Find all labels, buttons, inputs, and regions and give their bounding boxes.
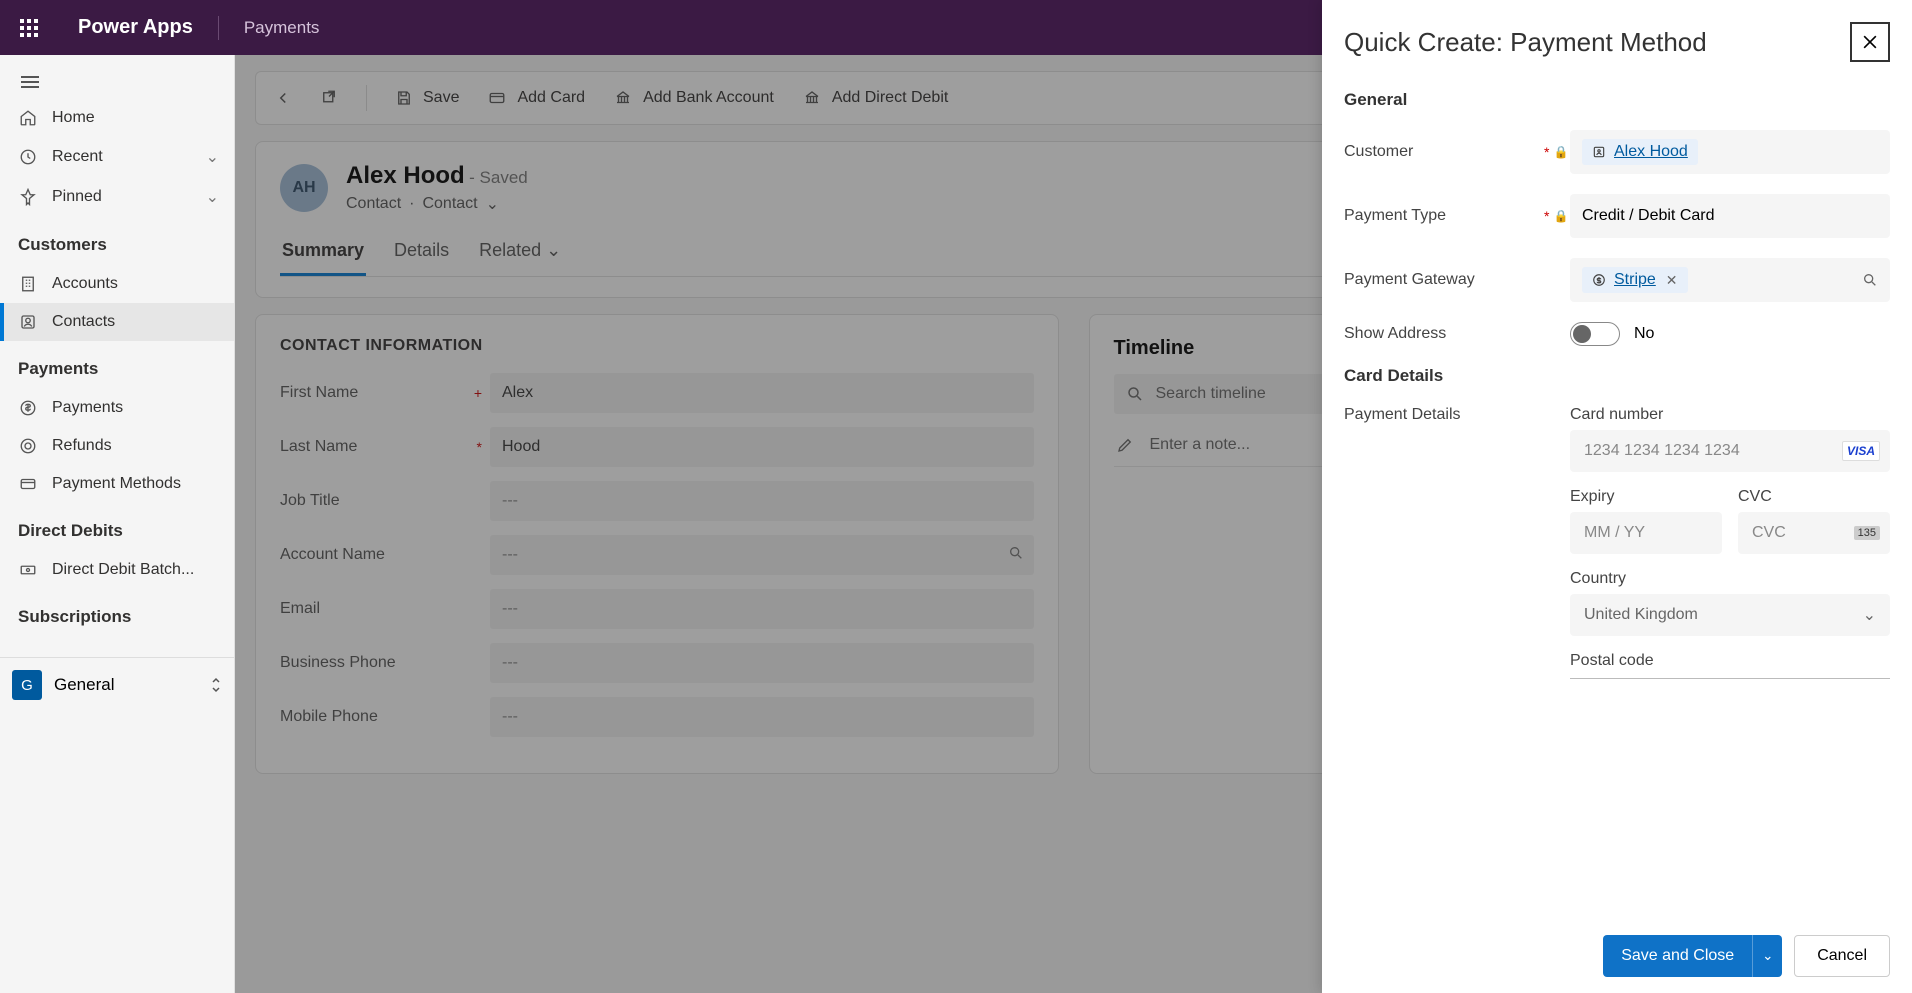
sidebar-item-payments[interactable]: Payments xyxy=(0,389,234,427)
sidebar-section-direct-debits: Direct Debits xyxy=(0,503,234,551)
card-icon xyxy=(19,475,37,493)
sidebar-item-payment-methods[interactable]: Payment Methods xyxy=(0,465,234,503)
dollar-circle-icon xyxy=(1592,273,1606,287)
section-card-details: Card Details xyxy=(1344,366,1890,386)
lock-icon: 🔒 xyxy=(1553,209,1568,223)
gateway-lookup[interactable]: Stripe ✕ xyxy=(1570,258,1890,302)
app-launcher-icon[interactable] xyxy=(20,19,38,37)
chevron-down-icon: ⌄ xyxy=(206,147,219,167)
cancel-button[interactable]: Cancel xyxy=(1794,935,1890,977)
dollar-icon xyxy=(19,399,37,417)
visa-icon: VISA xyxy=(1842,441,1880,461)
sidebar-label: Home xyxy=(52,109,95,127)
sidebar-section-subscriptions: Subscriptions xyxy=(0,589,234,637)
remove-tag-icon[interactable]: ✕ xyxy=(1666,272,1678,289)
sidebar-item-refunds[interactable]: Refunds xyxy=(0,427,234,465)
sidebar-item-recent[interactable]: Recent ⌄ xyxy=(0,137,234,177)
expiry-label: Expiry xyxy=(1570,488,1722,506)
save-and-close-button[interactable]: Save and Close xyxy=(1603,935,1752,977)
toggle-value: No xyxy=(1634,325,1654,343)
sidebar-label: Pinned xyxy=(52,188,102,206)
cvc-label: CVC xyxy=(1738,488,1890,506)
lock-icon: 🔒 xyxy=(1553,145,1568,159)
sidebar-item-pinned[interactable]: Pinned ⌄ xyxy=(0,177,234,217)
sidebar-label: Payment Methods xyxy=(52,475,181,493)
sidebar-item-contacts[interactable]: Contacts xyxy=(0,303,234,341)
environment-name[interactable]: Payments xyxy=(244,18,320,38)
country-select[interactable]: United Kingdom⌄ xyxy=(1570,594,1890,636)
postal-label: Postal code xyxy=(1570,652,1890,670)
payment-details-label: Payment Details xyxy=(1344,406,1544,424)
country-label: Country xyxy=(1570,570,1890,588)
card-number-label: Card number xyxy=(1570,406,1890,424)
clock-icon xyxy=(19,148,37,166)
required-icon: * xyxy=(1544,208,1549,224)
customer-label: Customer xyxy=(1344,143,1544,161)
customer-lookup[interactable]: Alex Hood xyxy=(1570,130,1890,174)
quick-create-panel: Quick Create: Payment Method General Cus… xyxy=(1322,0,1912,993)
sidebar: Home Recent⌄ Pinned⌄ Customers Accounts … xyxy=(0,55,235,993)
payment-type-label: Payment Type xyxy=(1344,207,1544,225)
home-icon xyxy=(19,109,37,127)
pin-icon xyxy=(19,188,37,206)
divider xyxy=(218,16,219,40)
chevron-down-icon: ⌄ xyxy=(1863,605,1876,625)
close-button[interactable] xyxy=(1850,22,1890,62)
sidebar-label: Refunds xyxy=(52,437,112,455)
sidebar-area-switcher[interactable]: G General xyxy=(0,657,234,712)
building-icon xyxy=(19,275,37,293)
required-icon: * xyxy=(1544,144,1549,160)
cvc-card-icon: 135 xyxy=(1854,526,1880,540)
sidebar-section-payments: Payments xyxy=(0,341,234,389)
section-general: General xyxy=(1344,90,1890,110)
chevron-down-icon: ⌄ xyxy=(206,187,219,207)
cash-icon xyxy=(19,561,37,579)
refund-icon xyxy=(19,437,37,455)
expiry-input[interactable]: MM / YY xyxy=(1570,512,1722,554)
cvc-input[interactable]: CVC135 xyxy=(1738,512,1890,554)
app-name: Power Apps xyxy=(78,16,193,39)
gateway-value[interactable]: Stripe xyxy=(1614,271,1656,289)
sidebar-label: Recent xyxy=(52,148,103,166)
sidebar-item-home[interactable]: Home xyxy=(0,99,234,137)
search-icon[interactable] xyxy=(1862,272,1878,288)
postal-input[interactable] xyxy=(1570,678,1890,679)
sidebar-label: Direct Debit Batch... xyxy=(52,561,194,579)
user-icon xyxy=(1592,145,1606,159)
payment-type-field[interactable]: Credit / Debit Card xyxy=(1570,194,1890,238)
hamburger-icon[interactable] xyxy=(15,65,219,99)
show-address-toggle[interactable] xyxy=(1570,322,1620,346)
sidebar-label: Payments xyxy=(52,399,123,417)
area-chevron-icon xyxy=(210,677,222,693)
save-split-button[interactable]: ⌄ xyxy=(1752,935,1782,977)
show-address-label: Show Address xyxy=(1344,325,1544,343)
sidebar-label: Accounts xyxy=(52,275,118,293)
sidebar-section-customers: Customers xyxy=(0,217,234,265)
gateway-label: Payment Gateway xyxy=(1344,271,1544,289)
close-icon xyxy=(1860,32,1880,52)
chevron-down-icon: ⌄ xyxy=(1762,948,1773,964)
contact-icon xyxy=(19,313,37,331)
area-badge: G xyxy=(12,670,42,700)
sidebar-item-accounts[interactable]: Accounts xyxy=(0,265,234,303)
card-number-input[interactable]: 1234 1234 1234 1234VISA xyxy=(1570,430,1890,472)
sidebar-label: Contacts xyxy=(52,313,115,331)
sidebar-item-dd-batches[interactable]: Direct Debit Batch... xyxy=(0,551,234,589)
customer-value[interactable]: Alex Hood xyxy=(1614,143,1688,161)
panel-title: Quick Create: Payment Method xyxy=(1344,27,1707,58)
area-label: General xyxy=(54,675,198,695)
